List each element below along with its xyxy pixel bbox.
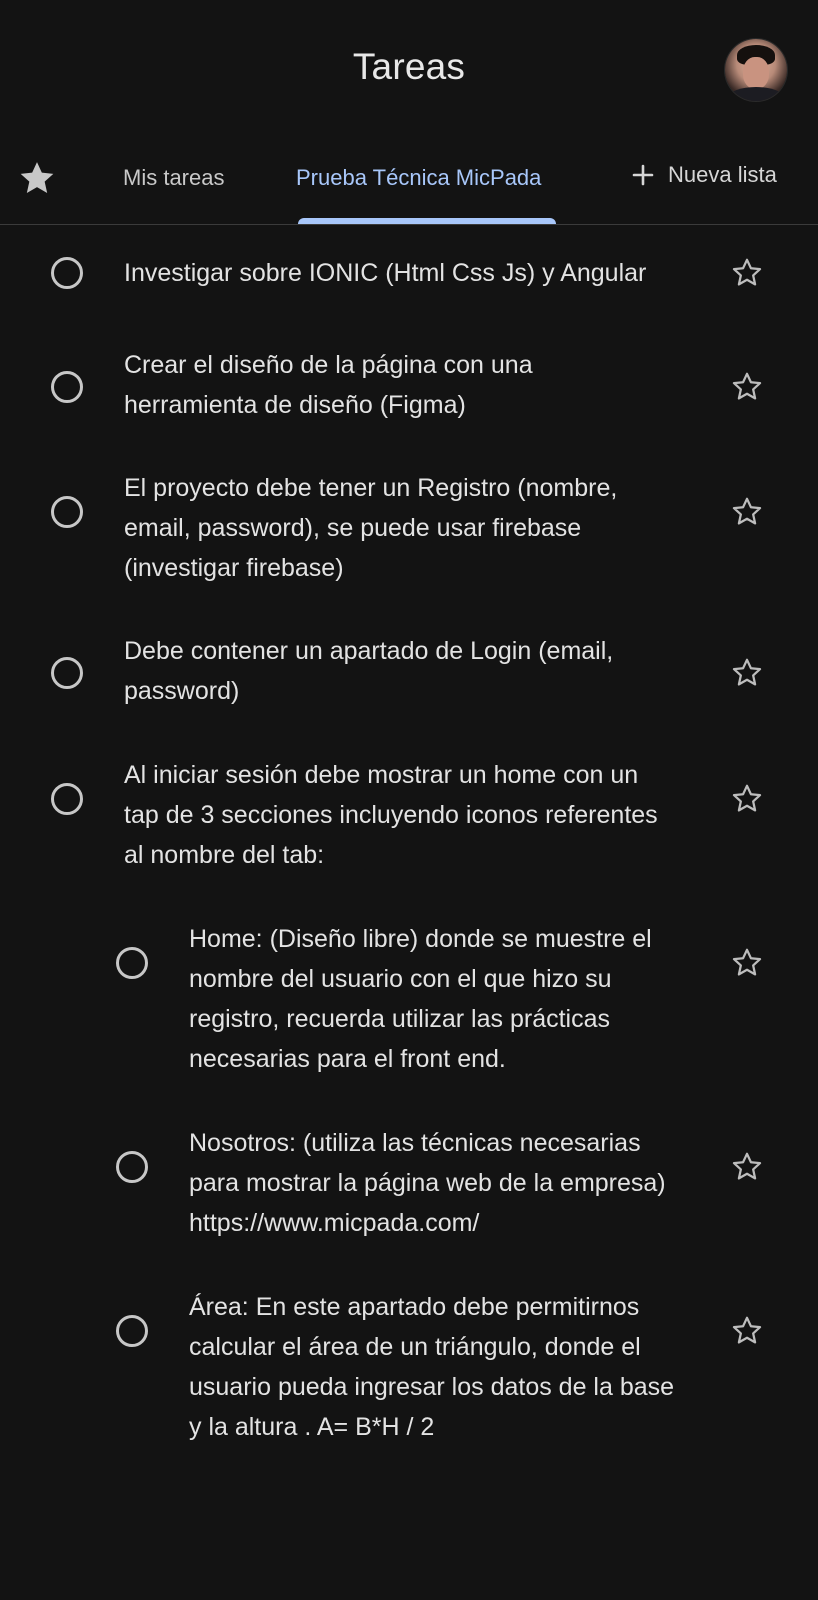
selected-tab-indicator <box>298 218 556 224</box>
avatar-shirt <box>729 87 783 101</box>
tab-mis-tareas[interactable]: Mis tareas <box>123 165 224 191</box>
app-header: Tareas <box>0 0 818 140</box>
complete-checkbox[interactable] <box>51 496 83 528</box>
new-list-label: Nueva lista <box>668 162 777 187</box>
star-filled-icon <box>20 162 54 193</box>
subtask-item[interactable]: Nosotros: (utiliza las técnicas necesari… <box>0 1110 818 1260</box>
complete-checkbox[interactable] <box>51 783 83 815</box>
star-outline-icon[interactable] <box>729 945 765 981</box>
new-list-button[interactable]: Nueva lista <box>632 162 777 188</box>
task-title: Debe contener un apartado de Login (emai… <box>124 637 614 705</box>
complete-checkbox[interactable] <box>116 1315 148 1347</box>
avatar-face <box>743 57 769 89</box>
avatar[interactable] <box>725 39 787 101</box>
complete-checkbox[interactable] <box>116 1151 148 1183</box>
task-item[interactable]: Debe contener un apartado de Login (emai… <box>0 618 818 728</box>
task-item[interactable]: El proyecto debe tener un Registro (nomb… <box>0 455 818 605</box>
task-title: El proyecto debe tener un Registro (nomb… <box>124 474 618 582</box>
star-outline-icon[interactable] <box>729 494 765 530</box>
task-item[interactable]: Investigar sobre IONIC (Html Css Js) y A… <box>0 240 818 312</box>
star-outline-icon[interactable] <box>729 781 765 817</box>
tab-prueba-tecnica[interactable]: Prueba Técnica MicPada <box>296 165 541 191</box>
star-outline-icon[interactable] <box>729 1313 765 1349</box>
task-title: Al iniciar sesión debe mostrar un home c… <box>124 761 658 869</box>
star-outline-icon[interactable] <box>729 655 765 691</box>
star-outline-icon[interactable] <box>729 1149 765 1185</box>
task-title: Crear el diseño de la página con una her… <box>124 351 533 419</box>
task-title: Investigar sobre IONIC (Html Css Js) y A… <box>124 259 647 287</box>
task-item[interactable]: Crear el diseño de la página con una her… <box>0 332 818 442</box>
complete-checkbox[interactable] <box>51 371 83 403</box>
tab-starred[interactable] <box>17 158 57 198</box>
star-outline-icon[interactable] <box>729 255 765 291</box>
complete-checkbox[interactable] <box>51 657 83 689</box>
task-item[interactable]: Al iniciar sesión debe mostrar un home c… <box>0 742 818 892</box>
list-tabs: Mis tareas Prueba Técnica MicPada Nueva … <box>0 140 818 225</box>
subtask-item[interactable]: Área: En este apartado debe permitirnos … <box>0 1274 818 1454</box>
subtask-item[interactable]: Home: (Diseño libre) donde se muestre el… <box>0 906 818 1086</box>
page-title: Tareas <box>352 46 466 87</box>
complete-checkbox[interactable] <box>51 257 83 289</box>
task-title: Home: (Diseño libre) donde se muestre el… <box>189 925 652 1073</box>
plus-icon <box>632 164 654 186</box>
task-title: Nosotros: (utiliza las técnicas necesari… <box>189 1129 666 1237</box>
star-outline-icon[interactable] <box>729 369 765 405</box>
complete-checkbox[interactable] <box>116 947 148 979</box>
task-title: Área: En este apartado debe permitirnos … <box>189 1293 675 1441</box>
